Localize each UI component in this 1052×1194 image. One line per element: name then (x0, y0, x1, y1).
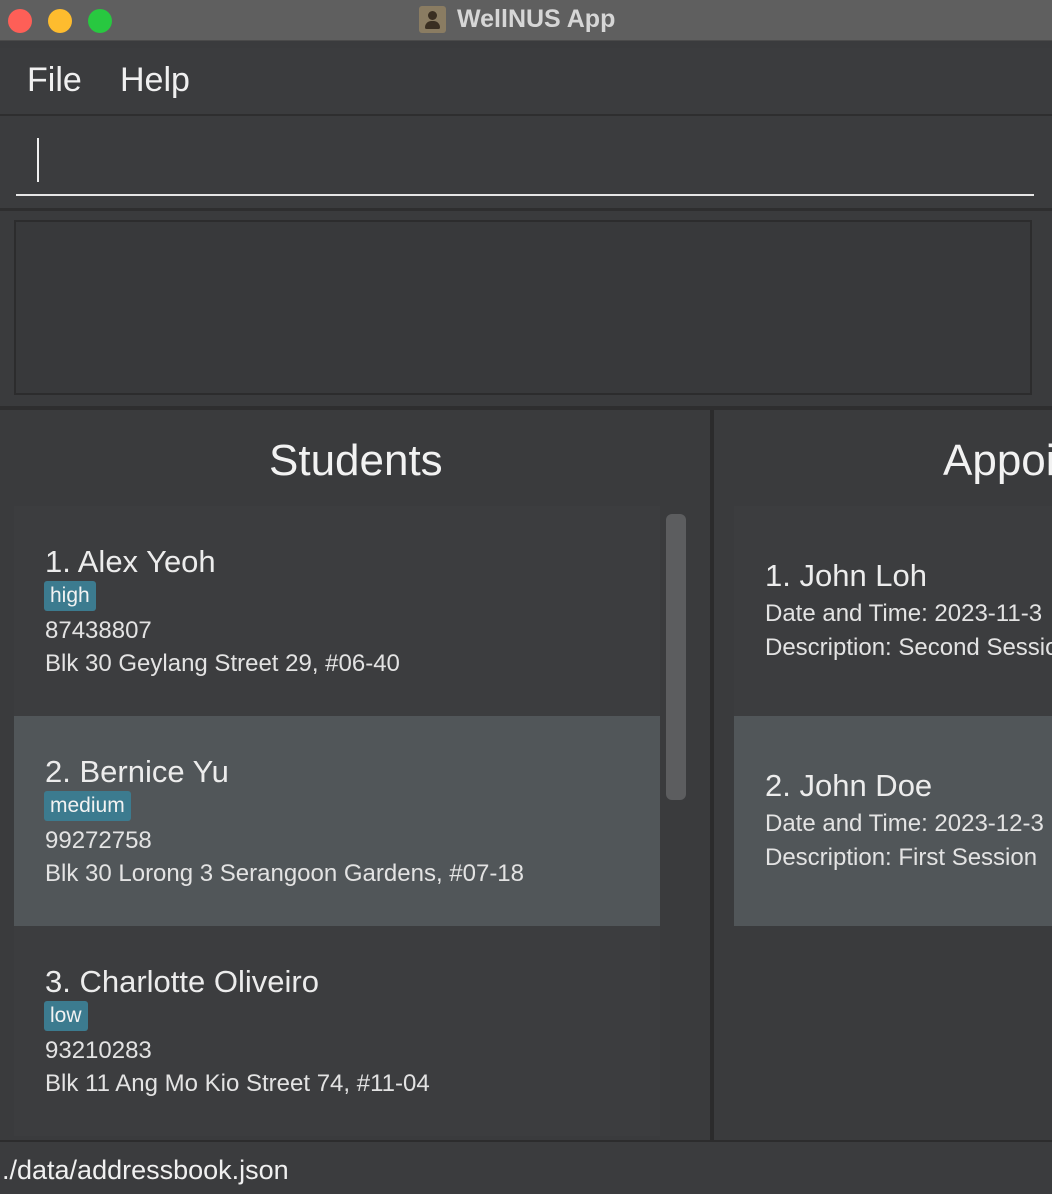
close-window-button[interactable] (8, 9, 32, 33)
result-display (14, 220, 1032, 395)
command-input[interactable] (16, 130, 1034, 196)
appointment-datetime: Date and Time: 2023-12-3 (765, 810, 1044, 837)
app-icon (419, 6, 446, 33)
menu-bar: File Help (0, 48, 1052, 116)
student-phone: 93210283 (45, 1037, 152, 1064)
student-name: 1. Alex Yeoh (45, 544, 216, 579)
student-card[interactable]: 3. Charlotte Oliveiro low 93210283 Blk 1… (14, 926, 660, 1136)
appointment-card[interactable]: 2. John Doe Date and Time: 2023-12-3 Des… (734, 716, 1052, 926)
student-address: Blk 30 Geylang Street 29, #06-40 (45, 650, 400, 677)
appointment-name: 1. John Loh (765, 558, 928, 593)
appointment-name: 2. John Doe (765, 768, 933, 803)
window-title: WellNUS App (457, 5, 616, 33)
appointment-description: Description: Second Session (765, 634, 1052, 661)
menu-file[interactable]: File (27, 60, 82, 100)
student-phone: 99272758 (45, 827, 152, 854)
maximize-window-button[interactable] (88, 9, 112, 33)
student-name: 2. Bernice Yu (45, 754, 229, 789)
text-caret (37, 138, 39, 182)
menu-help[interactable]: Help (120, 60, 190, 100)
appointment-card[interactable]: 1. John Loh Date and Time: 2023-11-3 Des… (734, 506, 1052, 716)
student-name: 3. Charlotte Oliveiro (45, 964, 319, 999)
minimize-window-button[interactable] (48, 9, 72, 33)
student-card[interactable]: 2. Bernice Yu medium 99272758 Blk 30 Lor… (14, 716, 660, 926)
title-bar: WellNUS App (0, 0, 1052, 41)
appointment-datetime: Date and Time: 2023-11-3 (765, 600, 1043, 627)
student-card[interactable]: 1. Alex Yeoh high 87438807 Blk 30 Geylan… (14, 506, 660, 716)
data-file-path: ./data/addressbook.json (2, 1155, 289, 1185)
students-title: Students (269, 436, 443, 485)
appointment-description: Description: First Session (765, 844, 1038, 871)
student-phone: 87438807 (45, 617, 152, 644)
priority-tag: high (44, 581, 96, 611)
student-address: Blk 30 Lorong 3 Serangoon Gardens, #07-1… (45, 860, 525, 887)
student-address: Blk 11 Ang Mo Kio Street 74, #11-04 (45, 1070, 430, 1097)
appointments-title: Appointments (943, 436, 1052, 485)
students-scrollbar[interactable] (666, 514, 686, 800)
priority-tag: medium (44, 791, 131, 821)
priority-tag: low (44, 1001, 88, 1031)
status-bar: ./data/addressbook.json (0, 1140, 1052, 1194)
appointments-panel: Appointments 1. John Loh Date and Time: … (714, 410, 1052, 1140)
command-box (0, 116, 1052, 211)
